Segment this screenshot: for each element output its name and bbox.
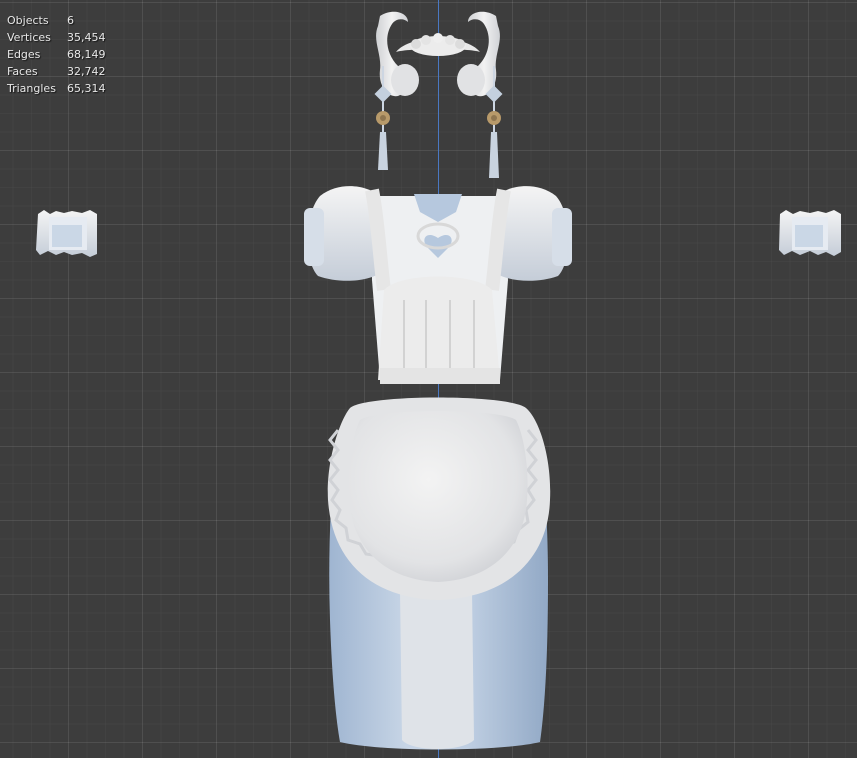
stat-row-edges: Edges 68,149 — [7, 46, 117, 63]
stat-row-faces: Faces 32,742 — [7, 63, 117, 80]
stat-label: Objects — [7, 14, 49, 27]
3d-viewport[interactable]: Objects 6 Vertices 35,454 Edges 68,149 F… — [0, 0, 857, 758]
stat-value: 32,742 — [67, 65, 106, 78]
stat-label: Triangles — [7, 82, 56, 95]
right-cuff-object[interactable] — [779, 210, 841, 256]
stat-row-objects: Objects 6 — [7, 12, 117, 29]
scene-statistics-overlay: Objects 6 Vertices 35,454 Edges 68,149 F… — [7, 12, 117, 97]
maid-dress-object[interactable] — [304, 186, 572, 750]
stat-value: 6 — [67, 14, 74, 27]
left-cuff-object[interactable] — [36, 210, 97, 257]
stat-label: Vertices — [7, 31, 51, 44]
stat-row-vertices: Vertices 35,454 — [7, 29, 117, 46]
stat-label: Faces — [7, 65, 38, 78]
stat-value: 65,314 — [67, 82, 106, 95]
horned-headpiece-object[interactable] — [374, 11, 503, 178]
stat-label: Edges — [7, 48, 41, 61]
stat-value: 68,149 — [67, 48, 106, 61]
stat-row-triangles: Triangles 65,314 — [7, 80, 117, 97]
stat-value: 35,454 — [67, 31, 106, 44]
model-render[interactable] — [0, 0, 857, 758]
